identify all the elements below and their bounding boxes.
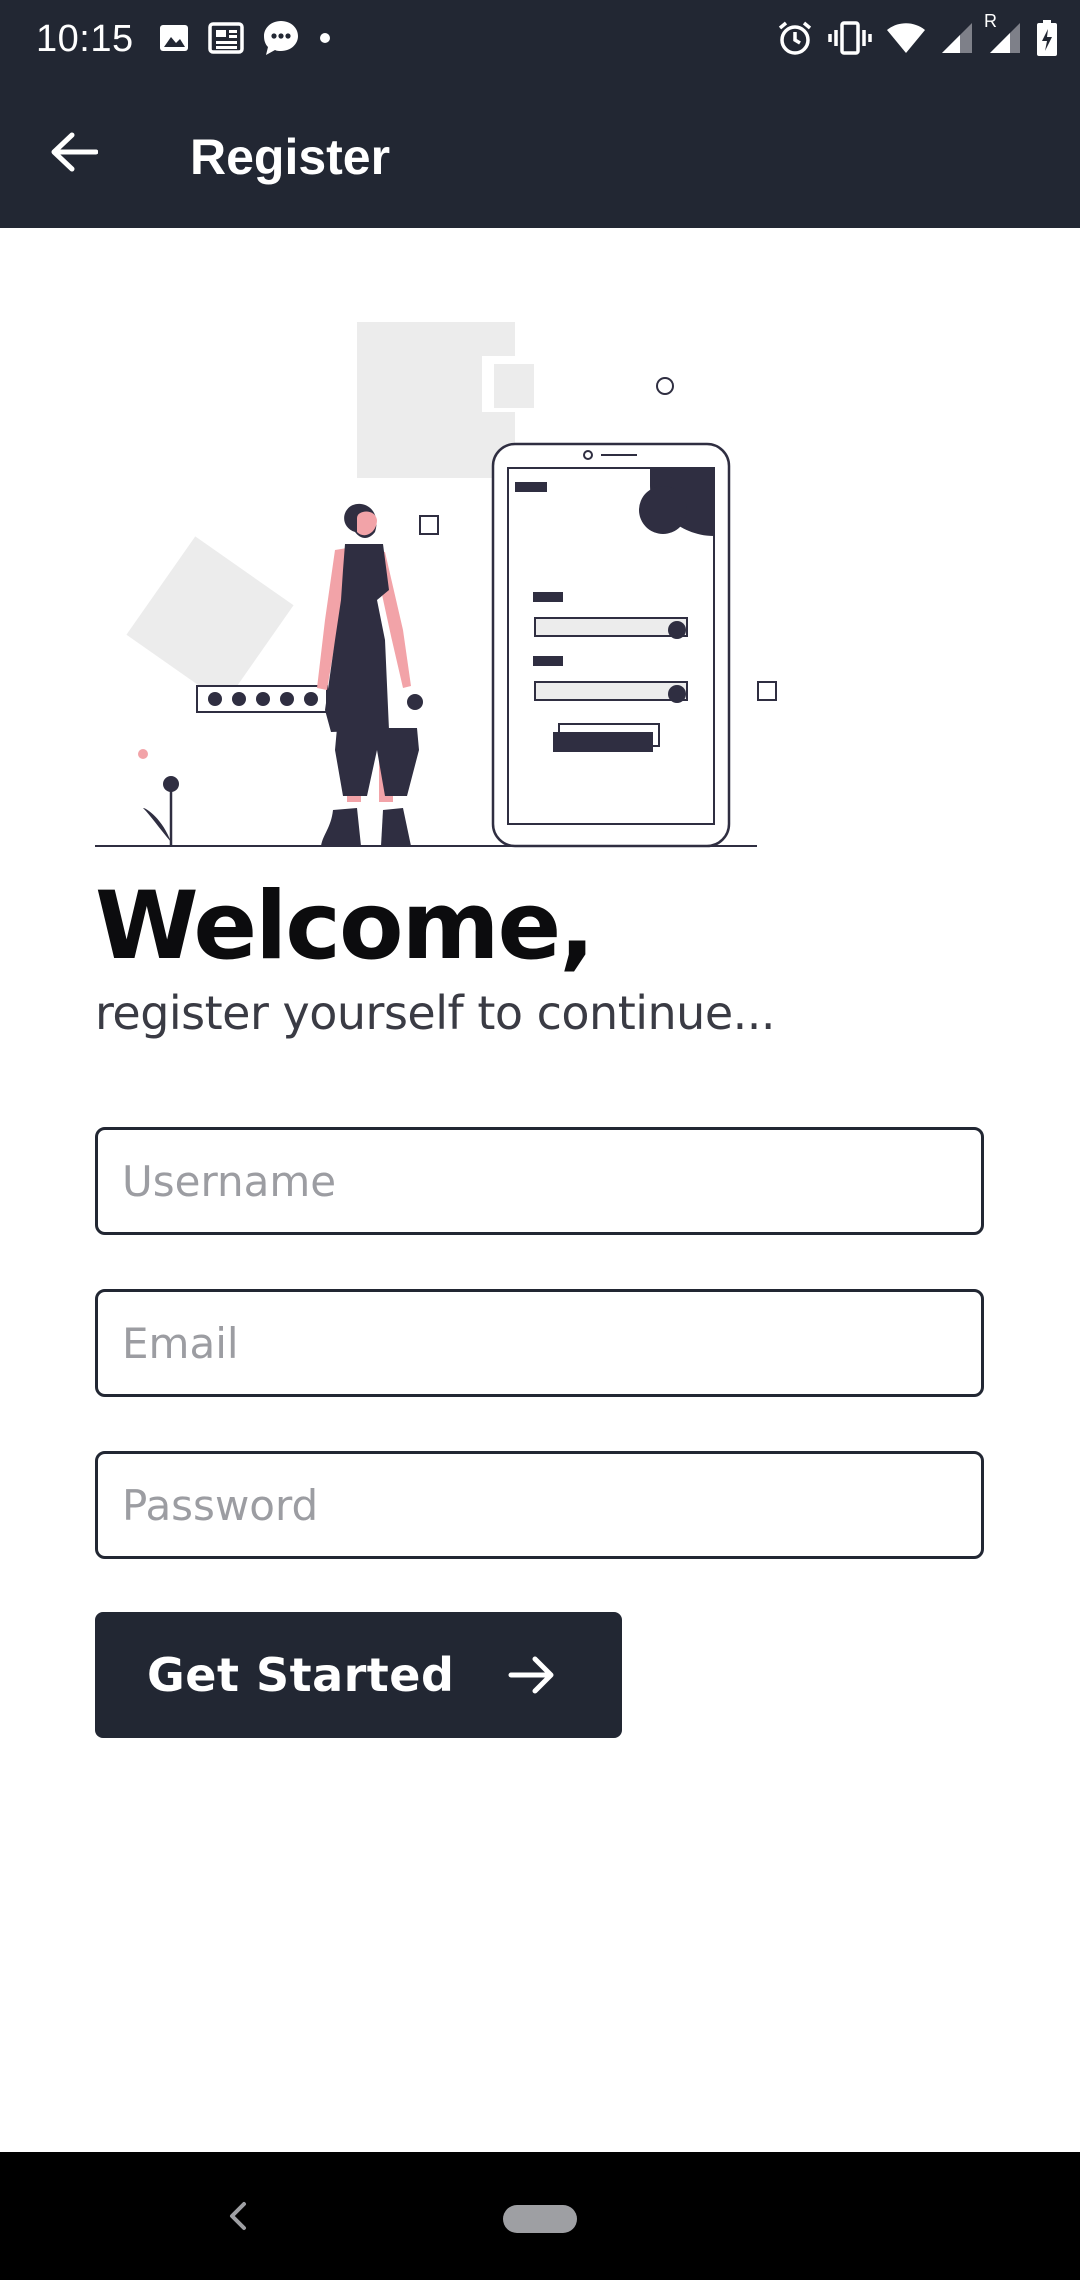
dot-icon xyxy=(318,31,332,50)
username-input[interactable] xyxy=(98,1130,981,1232)
arrow-right-icon xyxy=(507,1650,557,1700)
email-input[interactable] xyxy=(98,1292,981,1394)
chevron-left-icon[interactable] xyxy=(218,2196,258,2236)
status-left-icons xyxy=(158,20,332,60)
welcome-subtitle: register yourself to continue... xyxy=(95,986,776,1040)
signal-icon xyxy=(940,21,974,60)
app-bar: Register xyxy=(0,80,1080,228)
vibrate-icon xyxy=(828,20,872,61)
get-started-label: Get Started xyxy=(147,1648,455,1702)
username-field-container xyxy=(95,1127,984,1235)
signal-roaming-icon: R xyxy=(984,11,1022,60)
wifi-icon xyxy=(886,21,926,60)
status-bar: 10:15 R xyxy=(0,0,1080,80)
get-started-button[interactable]: Get Started xyxy=(95,1612,622,1738)
register-illustration xyxy=(85,300,805,860)
status-time: 10:15 xyxy=(36,18,134,60)
back-button[interactable] xyxy=(36,116,112,192)
arrow-left-icon xyxy=(50,131,99,178)
image-icon xyxy=(158,22,190,59)
message-icon xyxy=(262,19,300,62)
password-field-container xyxy=(95,1451,984,1559)
email-field-container xyxy=(95,1289,984,1397)
password-input[interactable] xyxy=(98,1454,981,1556)
home-pill-icon[interactable] xyxy=(503,2205,577,2233)
alarm-icon xyxy=(776,19,814,62)
roaming-label: R xyxy=(984,10,997,31)
status-right-icons: R xyxy=(776,11,1058,62)
news-icon xyxy=(208,21,244,59)
welcome-title: Welcome, xyxy=(95,872,595,981)
battery-charging-icon xyxy=(1036,19,1058,62)
page-title: Register xyxy=(190,129,391,185)
